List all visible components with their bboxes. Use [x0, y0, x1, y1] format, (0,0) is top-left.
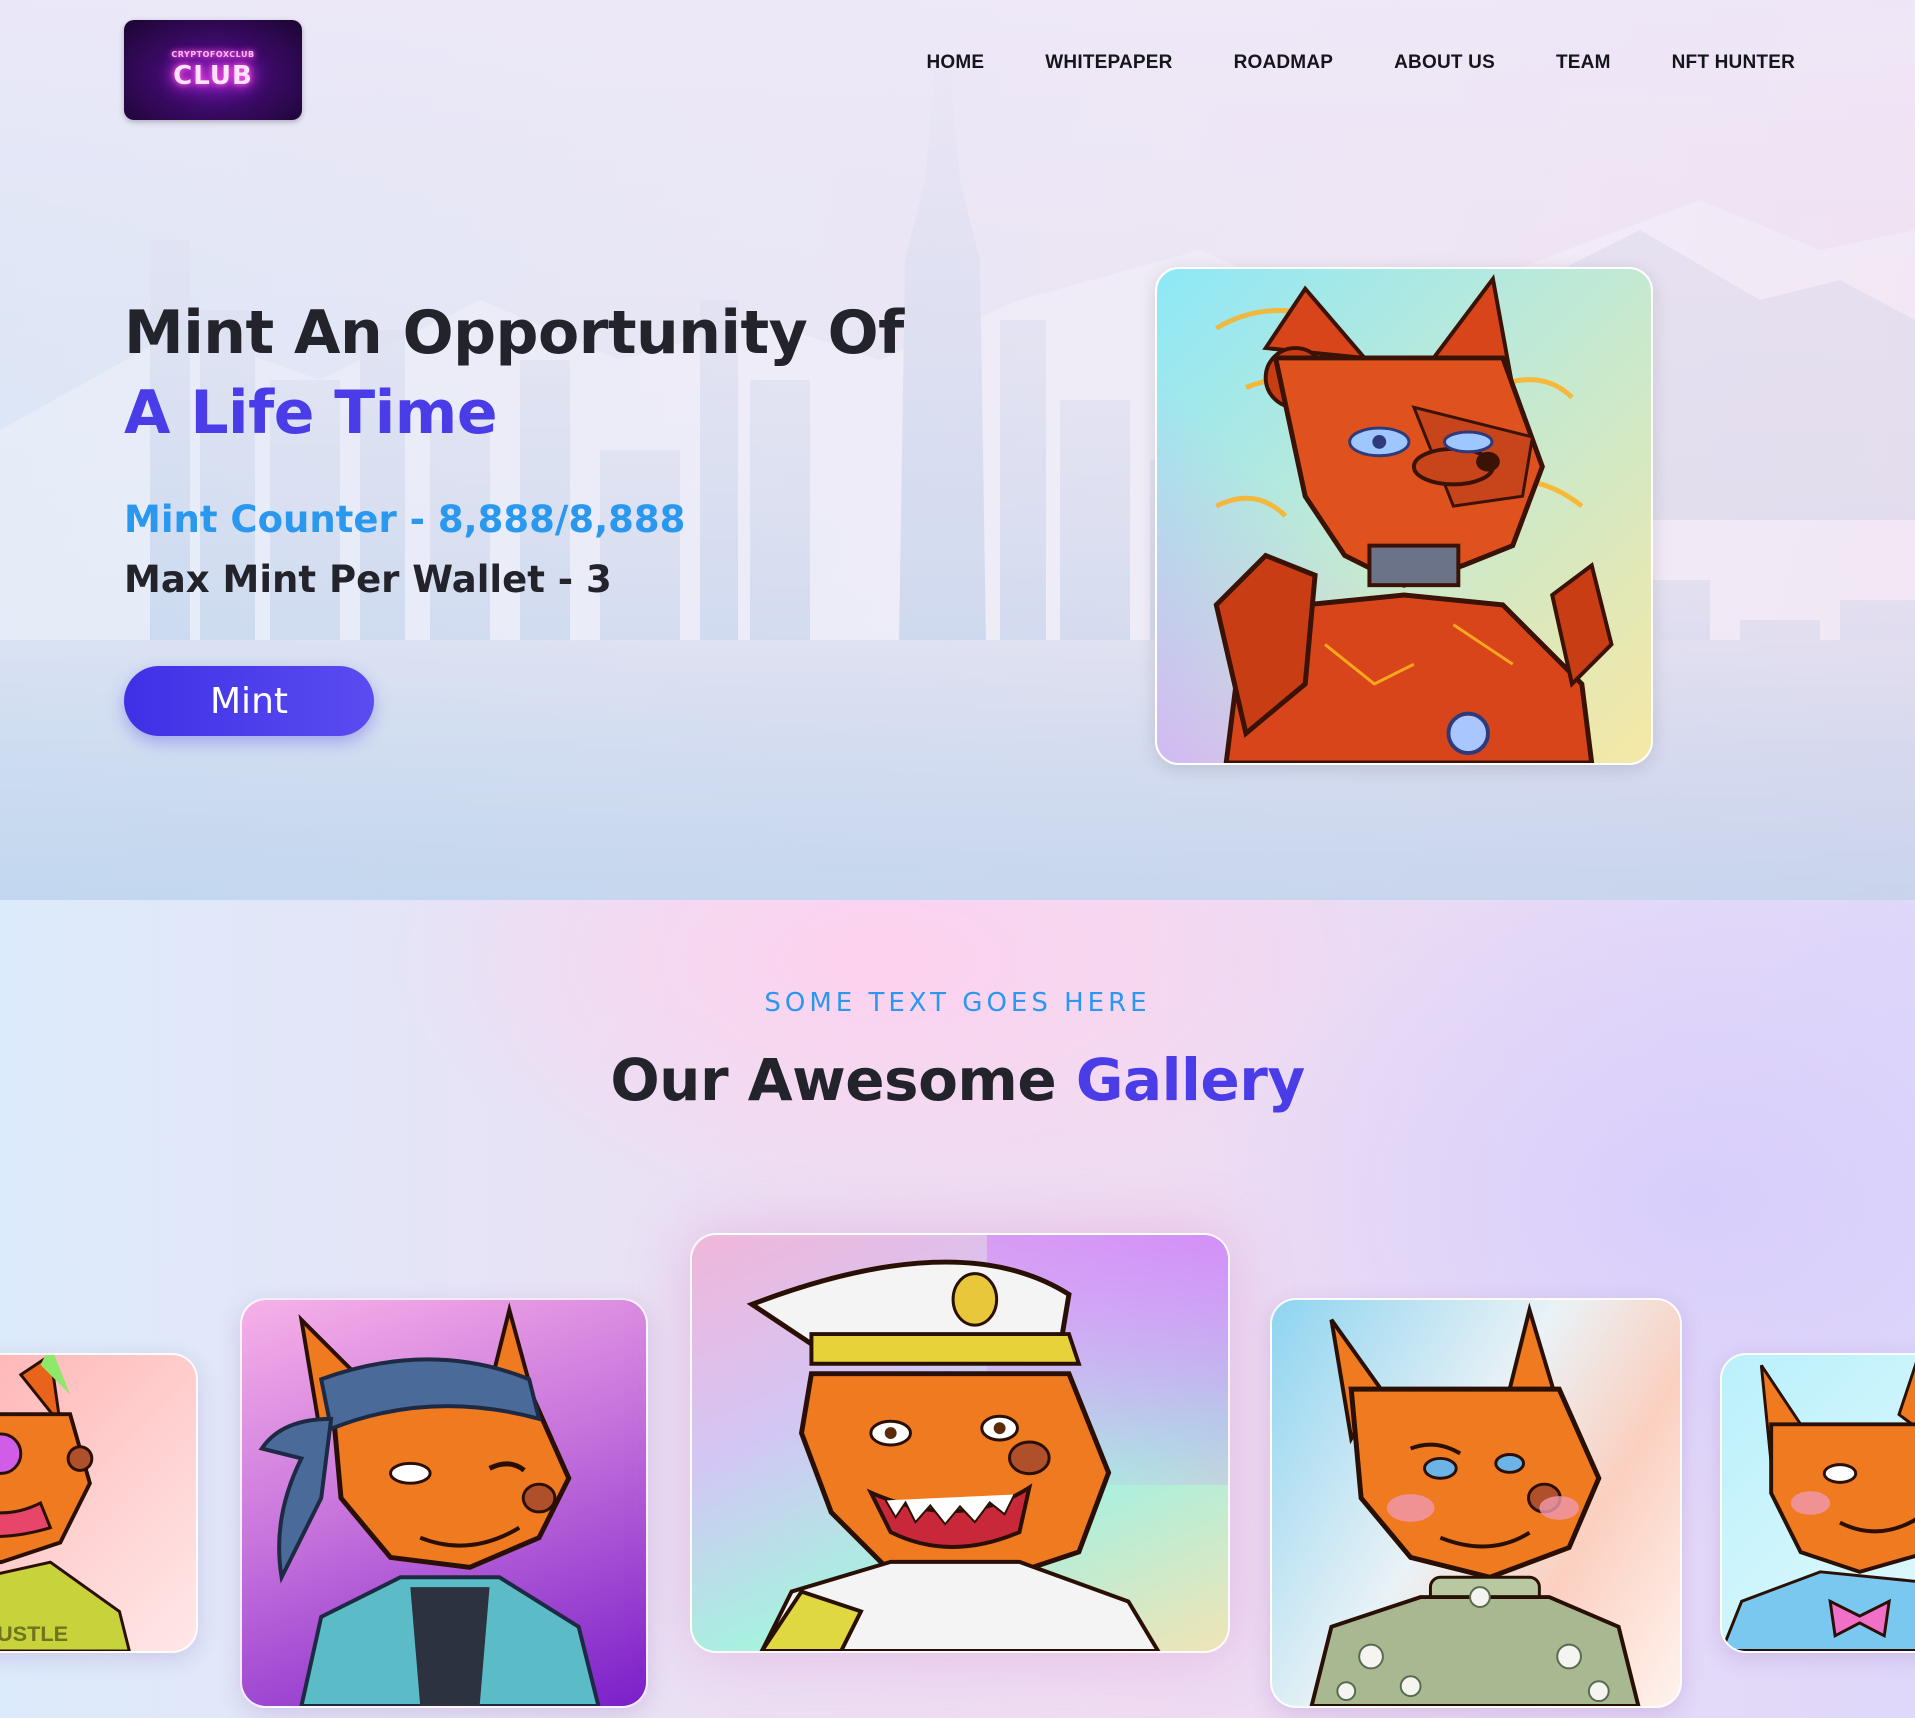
hero-nft-image: [1155, 267, 1653, 765]
nav-roadmap[interactable]: ROADMAP: [1234, 52, 1334, 74]
gallery-title-accent: Gallery: [1075, 1046, 1305, 1114]
shirt-text: HUSTLE: [0, 1621, 68, 1646]
gallery-eyebrow: SOME TEXT GOES HERE: [764, 988, 1151, 1018]
fox-nft-illustration: [746, 1259, 1161, 1651]
nav-nft-hunter[interactable]: NFT HUNTER: [1672, 52, 1795, 74]
nav-about-us[interactable]: ABOUT US: [1394, 52, 1495, 74]
nav-team[interactable]: TEAM: [1556, 52, 1611, 74]
logo-tagline: CRYPTOFOXCLUB: [171, 49, 255, 59]
mint-counter: Mint Counter - 8,888/8,888: [124, 498, 686, 541]
nav-whitepaper[interactable]: WHITEPAPER: [1045, 52, 1172, 74]
club-logo[interactable]: CRYPTOFOXCLUB CLUB: [124, 20, 302, 120]
logo-wordmark: CLUB: [173, 60, 253, 91]
main-nav: HOME WHITEPAPER ROADMAP ABOUT US TEAM NF…: [865, 52, 1795, 74]
nav-home[interactable]: HOME: [926, 52, 984, 74]
hero-title-accent: A Life Time: [124, 378, 498, 448]
fox-nft-illustration: HUSTLE: [0, 1355, 131, 1651]
gallery-section: SOME TEXT GOES HERE Our Awesome Gallery …: [0, 900, 1915, 1718]
hero-section: CRYPTOFOXCLUB CLUB HOME WHITEPAPER ROADM…: [0, 0, 1915, 900]
fox-nft-illustration: [1309, 1302, 1641, 1706]
hero-title: Mint An Opportunity Of: [124, 298, 904, 368]
fox-nft-illustration: [1722, 1361, 1915, 1651]
gallery-card[interactable]: [240, 1298, 648, 1708]
max-mint-per-wallet: Max Mint Per Wallet - 3: [124, 558, 612, 601]
mint-button[interactable]: Mint: [124, 666, 374, 736]
gallery-title-main: Our Awesome: [610, 1046, 1076, 1114]
gallery-card[interactable]: [1270, 1298, 1682, 1708]
gallery-card[interactable]: HUSTLE: [0, 1353, 198, 1653]
robot-fox-illustration: [1213, 274, 1614, 763]
fox-nft-illustration: [258, 1302, 601, 1706]
gallery-card[interactable]: [1720, 1353, 1915, 1653]
gallery-card-featured[interactable]: [690, 1233, 1230, 1653]
gallery-title: Our Awesome Gallery: [0, 1046, 1915, 1114]
